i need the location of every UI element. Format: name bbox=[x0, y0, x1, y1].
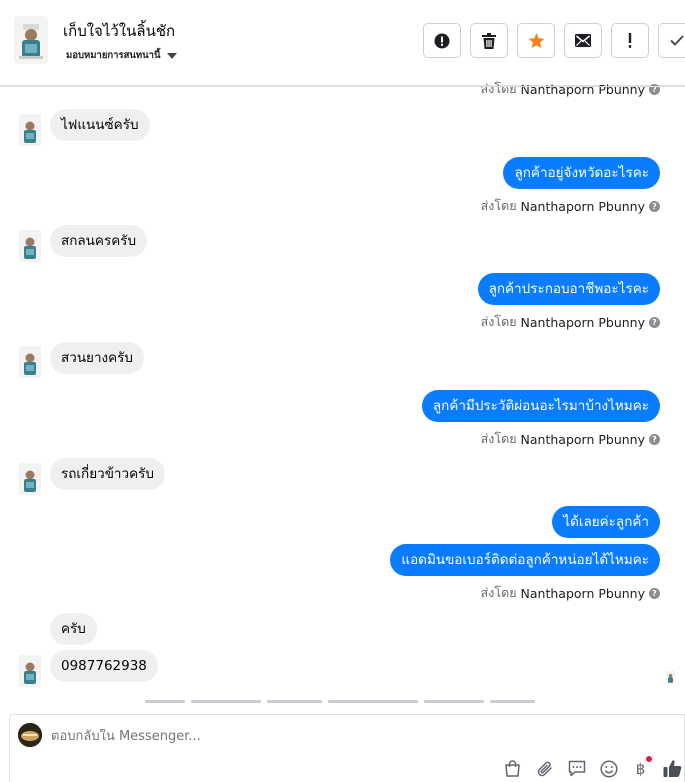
caret-down-icon bbox=[166, 52, 177, 59]
emoji-button[interactable] bbox=[598, 758, 619, 779]
contact-avatar[interactable] bbox=[14, 16, 48, 64]
contact-avatar-small bbox=[19, 114, 41, 146]
checkmark-icon bbox=[670, 35, 684, 46]
follow-up-button[interactable] bbox=[611, 23, 649, 58]
incoming-message: สวนยางครับ bbox=[50, 342, 144, 374]
scrolled-text-fragment bbox=[145, 696, 565, 704]
notification-dot bbox=[646, 756, 652, 762]
contact-name: เก็บใจไว้ในลิ้นชัก bbox=[63, 22, 176, 40]
reply-input[interactable] bbox=[51, 729, 451, 744]
contact-avatar-small bbox=[19, 655, 41, 687]
exclamation-icon bbox=[628, 33, 632, 48]
mark-done-button[interactable] bbox=[658, 23, 685, 58]
delete-button[interactable] bbox=[470, 23, 508, 58]
outgoing-message: แอดมินขอเบอร์ติดต่อลูกค้าหน่อยได้ไหมคะ bbox=[390, 544, 660, 576]
sent-by-label: ส่งโดย Nanthaporn Pbunny ? bbox=[481, 312, 660, 332]
incoming-message: ครับ bbox=[50, 613, 97, 645]
sent-by-label: ส่งโดย Nanthaporn Pbunny ? bbox=[481, 196, 660, 216]
help-icon[interactable]: ? bbox=[649, 316, 660, 328]
sent-by-label: ส่งโดย Nanthaporn Pbunny ? bbox=[481, 583, 660, 603]
seen-indicator-avatar bbox=[666, 669, 675, 684]
conversation-toolbar bbox=[423, 23, 685, 58]
reply-composer: ฿ bbox=[9, 714, 685, 782]
contact-avatar-small bbox=[19, 230, 41, 262]
attach-file-button[interactable] bbox=[534, 758, 555, 779]
shopping-bag-button[interactable] bbox=[502, 758, 523, 779]
outgoing-message: ลูกค้าประกอบอาชีพอะไรคะ bbox=[477, 273, 660, 305]
alert-circle-icon bbox=[434, 33, 450, 48]
incoming-message: สกลนครครับ bbox=[50, 225, 148, 257]
help-icon[interactable]: ? bbox=[649, 587, 660, 599]
mark-unread-button[interactable] bbox=[564, 23, 602, 58]
outgoing-message: ลูกค้าอยู่จังหวัดอะไรคะ bbox=[503, 157, 660, 189]
saved-reply-icon bbox=[568, 760, 585, 777]
incoming-message: ไฟแนนซ์ครับ bbox=[50, 109, 150, 141]
paperclip-icon bbox=[537, 761, 552, 776]
trash-icon bbox=[482, 32, 496, 49]
saved-reply-button[interactable] bbox=[566, 758, 587, 779]
thumbs-up-icon bbox=[663, 760, 682, 777]
star-button[interactable] bbox=[517, 23, 555, 58]
help-icon[interactable]: ? bbox=[649, 433, 660, 445]
thumbs-up-button[interactable] bbox=[662, 758, 683, 779]
contact-avatar-small bbox=[19, 346, 41, 378]
help-icon[interactable]: ? bbox=[649, 200, 660, 212]
sent-by-label: ส่งโดย Nanthaporn Pbunny ? bbox=[481, 79, 660, 99]
baht-payment-icon: ฿ bbox=[635, 759, 646, 778]
contact-avatar-small bbox=[19, 463, 41, 495]
outgoing-message: ลูกค้ามีประวัติผ่อนอะไรมาบ้างไหมคะ bbox=[421, 390, 660, 422]
assign-conversation-label: มอบหมายการสนทนานี้ bbox=[66, 50, 161, 61]
page-avatar bbox=[18, 723, 42, 747]
payment-button[interactable]: ฿ bbox=[630, 756, 652, 779]
assign-conversation-dropdown[interactable]: มอบหมายการสนทนานี้ bbox=[66, 48, 177, 63]
composer-tools: ฿ bbox=[502, 756, 683, 779]
incoming-message: รถเกี่ยวข้าวครับ bbox=[50, 458, 165, 490]
star-icon bbox=[528, 32, 544, 48]
incoming-message: 0987762938 bbox=[50, 650, 158, 682]
sent-by-label: ส่งโดย Nanthaporn Pbunny ? bbox=[481, 429, 660, 449]
shopping-bag-icon bbox=[505, 760, 520, 777]
conversation-header: เก็บใจไว้ในลิ้นชัก มอบหมายการสนทนานี้ bbox=[0, 0, 685, 86]
envelope-icon bbox=[575, 34, 591, 47]
report-spam-button[interactable] bbox=[423, 23, 461, 58]
emoji-icon bbox=[599, 759, 618, 778]
outgoing-message: ได้เลยค่ะลูกค้า bbox=[552, 506, 660, 538]
